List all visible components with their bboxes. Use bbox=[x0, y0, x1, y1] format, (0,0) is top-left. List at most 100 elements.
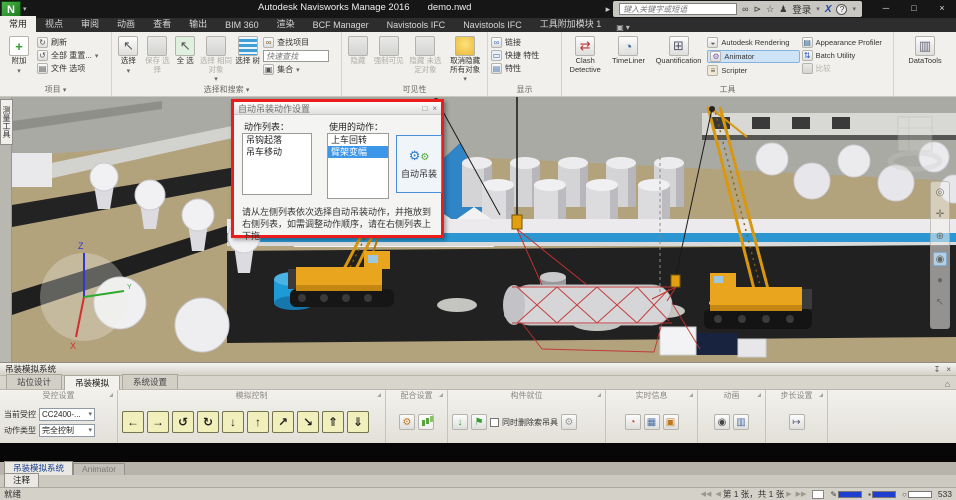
appearance-profiler-button[interactable]: ▤ Appearance Profiler bbox=[802, 37, 890, 48]
panel-pin-icon[interactable]: ↧ bbox=[934, 365, 941, 374]
select-same-button[interactable]: 选择 相同对象 ▾ bbox=[200, 34, 233, 84]
send-feedback-icon[interactable]: ⊳ bbox=[754, 4, 762, 15]
look-around-icon[interactable]: ● bbox=[933, 274, 947, 288]
placement-settings-gear-icon[interactable]: ⚙ bbox=[561, 414, 577, 430]
tab-review[interactable]: 审阅 bbox=[72, 16, 108, 32]
crawler-raise-button[interactable]: ⇑ bbox=[322, 411, 344, 433]
select-button[interactable]: ↖ 选择 ▾ bbox=[115, 34, 142, 84]
quantification-button[interactable]: ⊞ Quantification bbox=[652, 34, 706, 84]
minimize-button[interactable]: ─ bbox=[872, 0, 900, 18]
viewport-3d[interactable]: 测量工具 bbox=[0, 97, 956, 362]
hook-up-button[interactable]: ↑ bbox=[247, 411, 269, 433]
dock-tab-animator[interactable]: Animator bbox=[73, 463, 125, 475]
tab-render[interactable]: 渲染 bbox=[268, 16, 304, 32]
current-controlled-select[interactable]: CC2400-... ▾ bbox=[39, 408, 95, 421]
place-component-icon[interactable]: ↓ bbox=[452, 414, 468, 430]
animation-films-icon[interactable]: ▥ bbox=[733, 414, 749, 430]
panel-tab-system-settings[interactable]: 系统设置 bbox=[122, 374, 178, 389]
used-action-item-selected[interactable]: 臂架变幅 bbox=[328, 146, 388, 158]
finish-flag-icon[interactable]: ⚑ bbox=[471, 414, 487, 430]
group-label-select-search[interactable]: 选择和搜索 ▾ bbox=[112, 84, 341, 96]
tab-animation[interactable]: 动画 bbox=[108, 16, 144, 32]
favorites-star-icon[interactable]: ☆ bbox=[766, 4, 774, 15]
tab-navistools-ifc-2[interactable]: Navistools IFC bbox=[454, 19, 531, 32]
slew-ccw-button[interactable]: ↺ bbox=[172, 411, 194, 433]
dialog-maximize-icon[interactable]: □ bbox=[422, 104, 427, 113]
walk-icon[interactable]: ↖ bbox=[933, 296, 947, 310]
help-caret-icon[interactable]: ▾ bbox=[852, 5, 856, 13]
batch-utility-button[interactable]: ⇅ Batch Utility bbox=[802, 50, 890, 61]
action-type-select[interactable]: 完全控制 ▾ bbox=[39, 424, 95, 437]
autodesk-rendering-button[interactable]: ◒ Autodesk Rendering bbox=[707, 37, 799, 48]
search-icon[interactable]: ∞ bbox=[742, 4, 748, 14]
links-button[interactable]: ∞ 链接 bbox=[491, 37, 539, 48]
last-sheet-button[interactable]: ▶▶ bbox=[796, 490, 807, 498]
tab-viewpoint[interactable]: 视点 bbox=[36, 16, 72, 32]
tab-home[interactable]: 常用 bbox=[0, 16, 36, 32]
action-item[interactable]: 吊车移动 bbox=[243, 146, 311, 158]
coordination-stats-icon[interactable] bbox=[418, 414, 434, 430]
timeliner-button[interactable]: ◔ TimeLiner bbox=[607, 34, 649, 84]
search-input[interactable] bbox=[619, 3, 737, 15]
infocenter-expand-icon[interactable]: ▸ bbox=[606, 4, 611, 15]
crane-move-left-button[interactable]: ← bbox=[122, 411, 144, 433]
file-options-button[interactable]: ▤ 文件 选项 bbox=[37, 63, 98, 74]
exchange-apps-icon[interactable]: X bbox=[825, 4, 832, 15]
dialog-close-icon[interactable]: × bbox=[432, 104, 437, 113]
compare-button[interactable]: 比较 bbox=[802, 63, 890, 74]
account-person-icon[interactable]: ♟ bbox=[779, 4, 787, 15]
view-style-caret-icon[interactable]: ▾ bbox=[626, 23, 630, 32]
annotation-tab[interactable]: 注释 bbox=[4, 473, 39, 487]
quick-properties-button[interactable]: ▭ 快捷 特性 bbox=[491, 50, 539, 61]
find-items-button[interactable]: ∞ 查找项目 bbox=[263, 37, 338, 48]
refresh-button[interactable]: ↻ 刷新 bbox=[37, 37, 98, 48]
hide-button[interactable]: 隐藏 bbox=[345, 34, 371, 84]
used-actions-listbox[interactable]: 上车回转 臂架变幅 bbox=[327, 133, 389, 199]
panel-close-icon[interactable]: × bbox=[946, 365, 951, 374]
unhide-all-button[interactable]: 取消隐藏 所有对象 ▾ bbox=[446, 34, 484, 84]
crawler-lower-button[interactable]: ⇓ bbox=[347, 411, 369, 433]
select-all-button[interactable]: ↖ 全 选 bbox=[173, 34, 198, 84]
slew-cw-button[interactable]: ↻ bbox=[197, 411, 219, 433]
datatools-button[interactable]: ▥ DataTools bbox=[899, 34, 951, 84]
prev-sheet-button[interactable]: ◀ bbox=[715, 490, 720, 498]
scripter-button[interactable]: ≡ Scripter bbox=[707, 65, 799, 76]
first-sheet-button[interactable]: ◀◀ bbox=[701, 490, 712, 498]
require-button[interactable]: 强制可见 bbox=[373, 34, 405, 84]
auto-lift-button[interactable]: ⚙⚙ 自动吊装 bbox=[396, 135, 442, 193]
next-sheet-button[interactable]: ▶ bbox=[786, 490, 791, 498]
used-action-item[interactable]: 上车回转 bbox=[328, 134, 388, 146]
sign-in-button[interactable]: 登录 bbox=[792, 2, 811, 16]
zoom-icon[interactable]: ⊕ bbox=[933, 230, 947, 244]
selection-tree-button[interactable]: 选择 树 bbox=[234, 34, 261, 84]
sign-in-caret-icon[interactable]: ▾ bbox=[816, 5, 820, 13]
steering-wheel-icon[interactable]: ◎ bbox=[933, 186, 947, 200]
clash-detective-button[interactable]: ⇄ Clash Detective bbox=[565, 34, 605, 84]
measure-tools-tab[interactable]: 测量工具 bbox=[0, 99, 13, 145]
coordination-tools-icon[interactable]: ⚙ bbox=[399, 414, 415, 430]
tab-navistools-ifc-1[interactable]: Navistools IFC bbox=[378, 19, 455, 32]
hook-down-button[interactable]: ↓ bbox=[222, 411, 244, 433]
action-listbox[interactable]: 吊钩起落 吊车移动 bbox=[242, 133, 312, 195]
panel-tab-station-design[interactable]: 站位设计 bbox=[6, 374, 62, 389]
hide-unselected-button[interactable]: 隐藏 未选定对象 bbox=[407, 34, 445, 84]
delete-rigging-checkbox[interactable]: 同时删除索吊具 bbox=[490, 417, 558, 428]
maximize-button[interactable]: □ bbox=[900, 0, 928, 18]
orbit-icon[interactable]: ◉ bbox=[933, 252, 947, 266]
quick-find-input[interactable] bbox=[263, 50, 329, 62]
close-button[interactable]: × bbox=[928, 0, 956, 18]
step-settings-icon[interactable]: ↦ bbox=[789, 414, 805, 430]
view-style-icon[interactable]: ▣ bbox=[616, 23, 624, 32]
checkbox-box[interactable] bbox=[490, 418, 499, 427]
realtime-clock-icon[interactable]: ◔ bbox=[625, 414, 641, 430]
realtime-clipboard-icon[interactable]: ▣ bbox=[663, 414, 679, 430]
help-icon[interactable]: ? bbox=[836, 4, 847, 15]
app-menu-button[interactable]: N bbox=[1, 1, 21, 17]
tab-output[interactable]: 输出 bbox=[180, 16, 216, 32]
panel-tab-lifting-simulation[interactable]: 吊装模拟 bbox=[64, 375, 120, 390]
tab-view[interactable]: 查看 bbox=[144, 16, 180, 32]
tab-bcf-manager[interactable]: BCF Manager bbox=[304, 19, 378, 32]
append-button[interactable]: + 附加 ▾ bbox=[3, 34, 35, 84]
tab-bim360[interactable]: BIM 360 bbox=[216, 19, 268, 32]
sheet-browser-icon[interactable] bbox=[812, 490, 824, 499]
